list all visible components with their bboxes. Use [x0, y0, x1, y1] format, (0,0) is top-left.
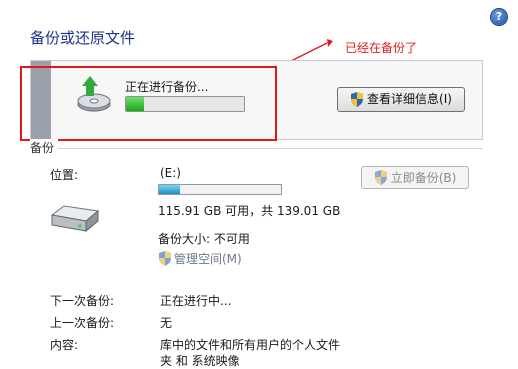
drive-space-text: 115.91 GB 可用，共 139.01 GB [158, 204, 341, 218]
help-icon[interactable]: ? [491, 9, 507, 25]
section-label-backup: 备份 [30, 139, 59, 156]
section-divider [30, 148, 483, 149]
page-title: 备份或还原文件 [30, 29, 136, 47]
next-backup-label: 下一次备份: [50, 294, 115, 308]
next-backup-value: 正在进行中... [160, 294, 232, 308]
uac-shield-icon [351, 92, 364, 107]
backup-now-label: 立即备份(B) [390, 171, 457, 185]
contents-label: 内容: [50, 338, 79, 352]
backup-disc-icon [77, 76, 111, 112]
last-backup-label: 上一次备份: [50, 316, 115, 330]
location-value: (E:) [160, 166, 181, 180]
backup-progress-bar [125, 96, 245, 112]
location-label: 位置: [50, 168, 79, 182]
uac-shield-icon [374, 170, 387, 185]
manage-space-link[interactable]: 管理空间(M) [158, 250, 242, 267]
last-backup-value: 无 [160, 316, 173, 330]
contents-value-line1: 库中的文件和所有用户的个人文件 [160, 338, 341, 352]
progress-status-text: 正在进行备份... [125, 80, 209, 94]
drive-usage-fill [159, 185, 180, 194]
view-details-button[interactable]: 查看详细信息(I) [337, 87, 465, 112]
backup-now-button[interactable]: 立即备份(B) [361, 166, 469, 189]
hard-drive-icon [50, 205, 100, 233]
annotation-text: 已经在备份了 [345, 41, 418, 55]
uac-shield-icon [159, 251, 171, 266]
contents-value-line2: 夹 和 系统映像 [160, 354, 240, 368]
manage-space-label: 管理空间(M) [174, 252, 242, 266]
view-details-label: 查看详细信息(I) [367, 92, 452, 106]
drive-usage-bar [158, 184, 282, 195]
backup-size-text: 备份大小: 不可用 [158, 232, 250, 246]
progress-fill [126, 97, 144, 111]
